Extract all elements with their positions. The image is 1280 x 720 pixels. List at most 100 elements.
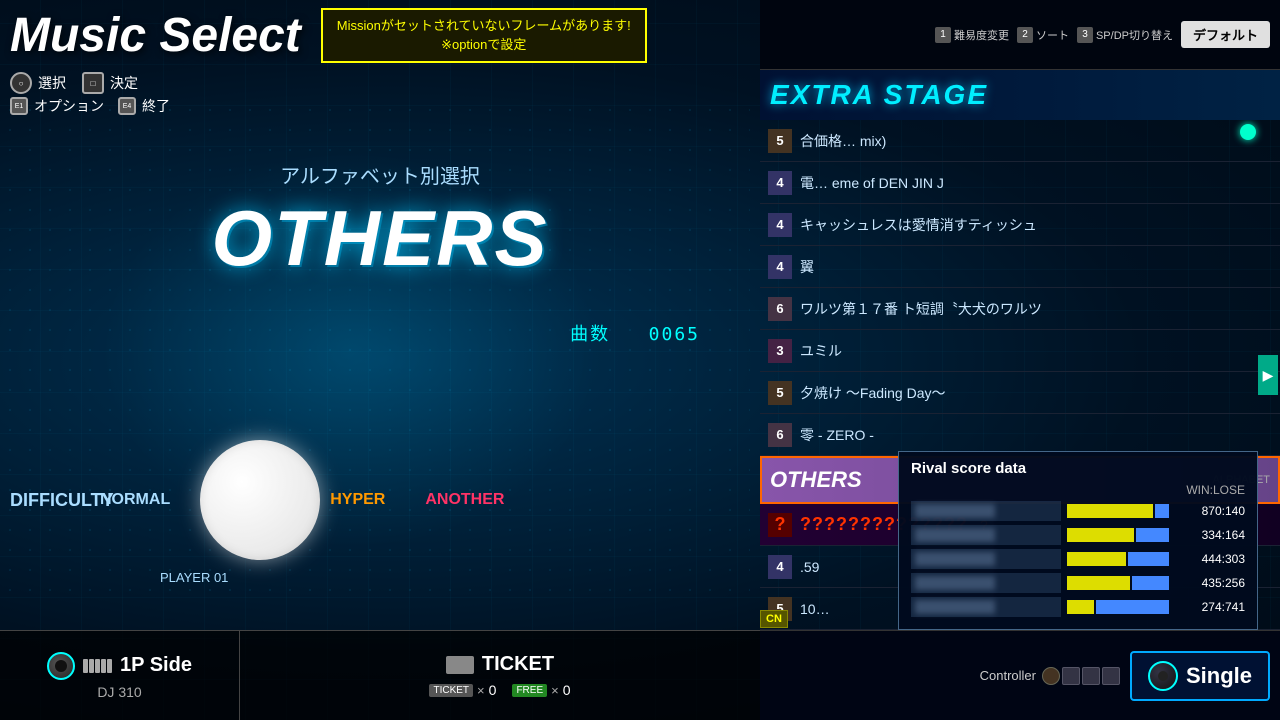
btn3-label: SP/DP切り替え xyxy=(1096,27,1173,43)
list-item[interactable]: 4 電… eme of DEN JIN J xyxy=(760,162,1280,204)
end-key: E4 xyxy=(118,97,136,115)
controller-label: Controller xyxy=(980,668,1036,683)
btn2-num: 2 xyxy=(1017,27,1033,43)
list-item[interactable]: 6 零 - ZERO - xyxy=(760,414,1280,456)
difficulty-hyper: HYPER xyxy=(330,491,385,509)
decide-label: 決定 xyxy=(110,73,138,93)
controls-area: ○ 選択 □ 決定 E1 オプション E4 終了 xyxy=(10,72,170,116)
rival-header: WIN:LOSE xyxy=(911,483,1245,497)
rival-row-2: 334:164 xyxy=(911,525,1245,545)
warning-line2: ※optionで設定 xyxy=(337,35,631,55)
scroll-arrow[interactable]: ▶ xyxy=(1258,355,1278,395)
rival-bar-3 xyxy=(1067,552,1169,566)
bar-blue-2 xyxy=(1136,528,1169,542)
rival-name-5 xyxy=(911,597,1061,617)
decide-icon: □ xyxy=(82,72,104,94)
bar-yellow-3 xyxy=(1067,552,1126,566)
ctrl-icon-1 xyxy=(1042,667,1060,685)
ticket-top: TICKET xyxy=(446,653,554,676)
ctrl-icon-2 xyxy=(1062,667,1080,685)
end-label: 終了 xyxy=(142,96,170,116)
key1 xyxy=(83,659,88,673)
single-label: Single xyxy=(1186,663,1252,689)
ticket-counts: TICKET × 0 FREE × 0 xyxy=(429,682,570,698)
rival-name-2 xyxy=(911,525,1061,545)
rival-bar-4 xyxy=(1067,576,1169,590)
bottom-right: Controller Single xyxy=(760,630,1280,720)
warning-box: Missionがセットされていないフレームがあります! ※optionで設定 xyxy=(321,8,647,63)
warning-line1: Missionがセットされていないフレームがあります! xyxy=(337,16,631,36)
side-label: 1P Side xyxy=(120,654,192,677)
page-title: Music Select xyxy=(10,8,301,63)
song-num: 4 xyxy=(768,213,792,237)
song-num: 6 xyxy=(768,423,792,447)
song-num: 4 xyxy=(768,171,792,195)
category-sub: アルファベット別選択 xyxy=(0,160,760,189)
list-item[interactable]: 4 キャッシュレスは愛情消すティッシュ xyxy=(760,204,1280,246)
list-item[interactable]: 6 ワルツ第１７番 ト短調〝大犬のワルツ xyxy=(760,288,1280,330)
side-panel: 1P Side DJ 310 xyxy=(0,631,240,720)
free-badge: FREE xyxy=(512,684,547,697)
bar-blue-5 xyxy=(1096,600,1169,614)
difficulty-another: ANOTHER xyxy=(425,491,504,509)
player-label: PLAYER 01 xyxy=(160,570,228,585)
rival-bar-5 xyxy=(1067,600,1169,614)
top-right-controls: 1 難易度変更 2 ソート 3 SP/DP切り替え デフォルト xyxy=(760,0,1280,70)
song-num: 6 xyxy=(768,297,792,321)
song-title: 合価格… mix) xyxy=(800,131,1272,151)
sort-btn[interactable]: 2 ソート xyxy=(1017,27,1069,43)
song-count-label: 曲数 xyxy=(570,324,610,345)
spdp-btn[interactable]: 3 SP/DP切り替え xyxy=(1077,27,1173,43)
default-button[interactable]: デフォルト xyxy=(1181,21,1270,48)
song-title: ユミル xyxy=(800,341,1272,361)
btn2-label: ソート xyxy=(1036,27,1069,43)
free-count-val: 0 xyxy=(563,682,571,698)
song-num: 4 xyxy=(768,255,792,279)
list-item[interactable]: 5 合価格… mix) xyxy=(760,120,1280,162)
keys-icon xyxy=(83,659,112,673)
rival-row-1: 870:140 xyxy=(911,501,1245,521)
ticket-count-item: TICKET × 0 xyxy=(429,682,496,698)
option-key: E1 xyxy=(10,97,28,115)
vinyl-icon xyxy=(47,652,75,680)
rival-bar-1 xyxy=(1067,504,1169,518)
score-text-2: 334:164 xyxy=(1175,528,1245,542)
list-item[interactable]: 3 ユミル xyxy=(760,330,1280,372)
select-icon: ○ xyxy=(10,72,32,94)
list-item[interactable]: 4 翼 xyxy=(760,246,1280,288)
select-label: 選択 xyxy=(38,73,66,93)
extra-stage-text: EXTRA STAGE xyxy=(770,79,988,111)
bar-yellow-5 xyxy=(1067,600,1094,614)
score-text-5: 274:741 xyxy=(1175,600,1245,614)
single-vinyl-icon xyxy=(1148,661,1178,691)
song-count: 曲数 0065 xyxy=(570,320,700,346)
key5 xyxy=(107,659,112,673)
rival-row-3: 444:303 xyxy=(911,549,1245,569)
song-num: 5 xyxy=(768,381,792,405)
btn1-num: 1 xyxy=(935,27,951,43)
bar-yellow-2 xyxy=(1067,528,1134,542)
score-text-4: 435:256 xyxy=(1175,576,1245,590)
song-title: キャッシュレスは愛情消すティッシュ xyxy=(800,215,1272,235)
option-control: E1 オプション E4 終了 xyxy=(10,96,170,116)
category-main: OTHERS xyxy=(0,193,760,284)
song-title: 翼 xyxy=(800,257,1272,277)
bar-blue-4 xyxy=(1132,576,1169,590)
btn3-num: 3 xyxy=(1077,27,1093,43)
free-count-item: FREE × 0 xyxy=(512,682,570,698)
ticket-icon xyxy=(446,656,474,674)
rival-name-1 xyxy=(911,501,1061,521)
rival-row-4: 435:256 xyxy=(911,573,1245,593)
side-top: 1P Side xyxy=(47,652,192,680)
mystery-num: ? xyxy=(768,513,792,537)
ticket-badge: TICKET xyxy=(429,684,473,697)
cn-badge: CN xyxy=(760,610,788,628)
song-title: 夕焼け 〜Fading Day〜 xyxy=(800,383,1272,403)
cyan-dot-indicator xyxy=(1240,124,1256,140)
song-title: ワルツ第１７番 ト短調〝大犬のワルツ xyxy=(800,299,1272,319)
single-button[interactable]: Single xyxy=(1130,651,1270,701)
difficulty-change-btn[interactable]: 1 難易度変更 xyxy=(935,27,1009,43)
difficulty-circle[interactable] xyxy=(200,440,320,560)
score-text-3: 444:303 xyxy=(1175,552,1245,566)
list-item[interactable]: 5 夕焼け 〜Fading Day〜 xyxy=(760,372,1280,414)
